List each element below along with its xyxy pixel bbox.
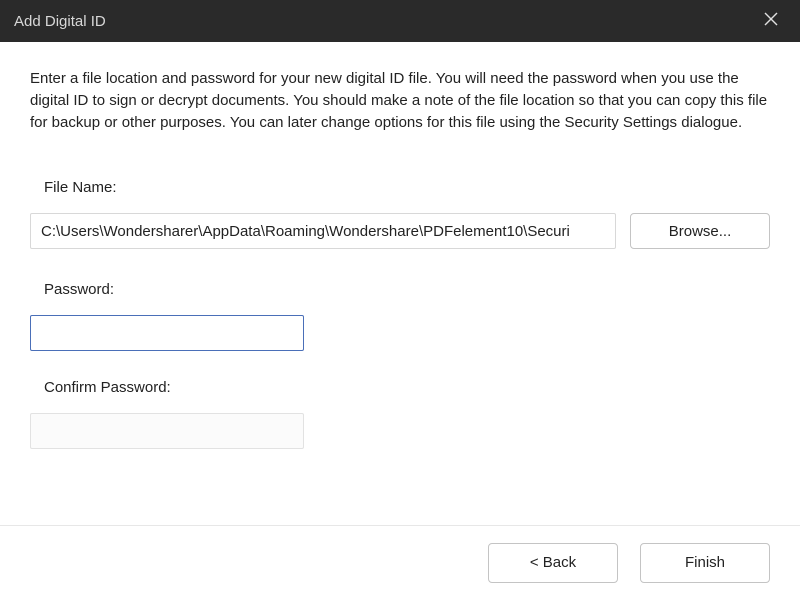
dialog-footer: < Back Finish (0, 525, 800, 599)
browse-button[interactable]: Browse... (630, 213, 770, 249)
password-label: Password: (44, 279, 770, 301)
description-text: Enter a file location and password for y… (30, 68, 770, 133)
window-title: Add Digital ID (14, 13, 106, 30)
filename-group: File Name: Browse... (30, 177, 770, 249)
confirm-password-group: Confirm Password: (30, 377, 770, 449)
confirm-password-input[interactable] (30, 413, 304, 449)
password-group: Password: (30, 279, 770, 351)
finish-button[interactable]: Finish (640, 543, 770, 583)
filename-row: Browse... (30, 213, 770, 249)
back-button[interactable]: < Back (488, 543, 618, 583)
filename-label: File Name: (44, 177, 770, 199)
dialog-content: Enter a file location and password for y… (0, 42, 800, 489)
titlebar: Add Digital ID (0, 0, 800, 42)
confirm-password-label: Confirm Password: (44, 377, 770, 399)
close-icon[interactable] (756, 8, 786, 34)
password-input[interactable] (30, 315, 304, 351)
filename-input[interactable] (30, 213, 616, 249)
